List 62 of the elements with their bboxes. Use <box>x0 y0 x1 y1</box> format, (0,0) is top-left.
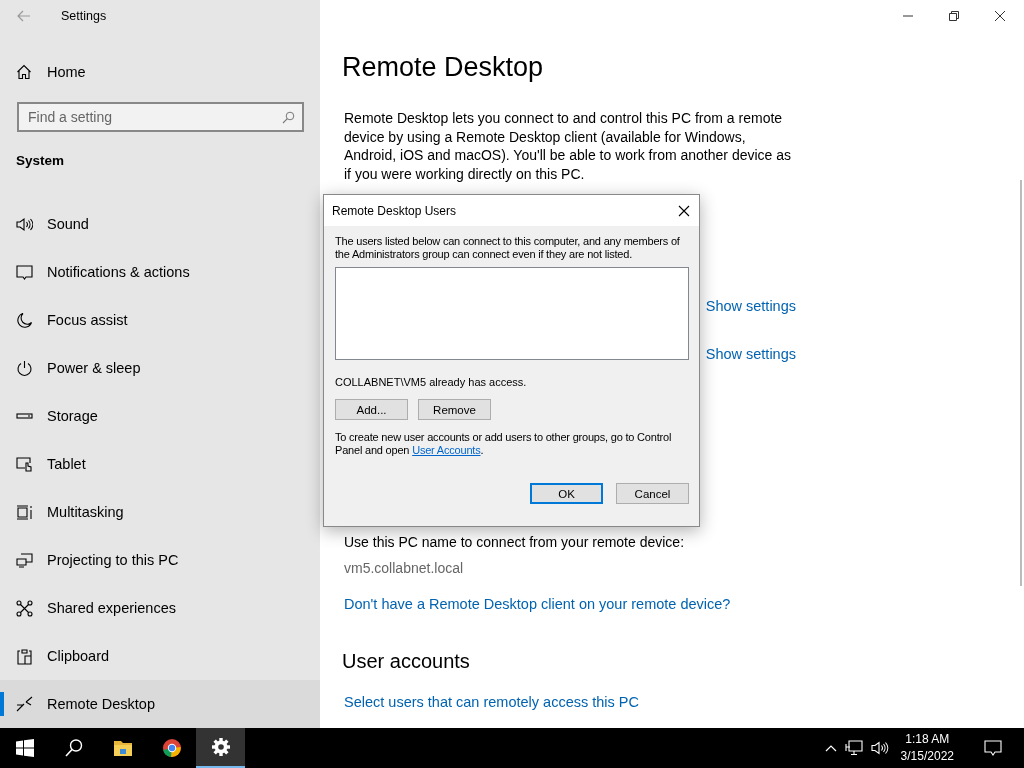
sidebar-item[interactable]: Notifications & actions <box>0 248 320 296</box>
browser-icon <box>161 738 182 758</box>
sidebar-item[interactable]: Projecting to this PC <box>0 536 320 584</box>
search-icon <box>63 738 84 758</box>
remote-arrows-icon <box>16 695 33 713</box>
pc-name: vm5.collabnet.local <box>344 560 465 576</box>
access-note: COLLABNET\VM5 already has access. <box>335 376 528 388</box>
settings-icon <box>210 737 231 757</box>
sidebar-item[interactable]: Focus assist <box>0 296 320 344</box>
connected-nodes-icon <box>16 599 33 617</box>
page-title: Remote Desktop <box>342 52 545 84</box>
speaker-icon <box>16 215 33 233</box>
sidebar-item[interactable]: Shared experiences <box>0 584 320 632</box>
dialog-title: Remote Desktop Users <box>332 203 457 218</box>
search-field[interactable]: Find a setting <box>17 102 304 132</box>
folder-icon <box>112 738 133 758</box>
description-text: Remote Desktop lets you connect to and control this PC from a remote device by using a Remote Desktop client (available for Windows, Android, iOS and macOS). You'll be able to work from another device as if you were working directly on this PC. <box>344 109 793 183</box>
search-icon <box>282 111 295 124</box>
chevron-up-icon[interactable] <box>824 744 837 752</box>
sidebar-item[interactable]: Multitasking <box>0 488 320 536</box>
dialog-description: The users listed below can connect to this computer, and any members of the Administrators group can connect even if they are not listed. <box>335 235 681 261</box>
sidebar-item[interactable]: Power & sleep <box>0 344 320 392</box>
home-link[interactable]: Home <box>16 55 86 88</box>
speech-bubble-icon <box>16 263 33 281</box>
users-list[interactable] <box>335 267 689 360</box>
sidebar-item[interactable]: Clipboard <box>0 632 320 680</box>
sidebar-item[interactable]: Tablet <box>0 440 320 488</box>
speech-bubble-icon[interactable] <box>984 739 1002 757</box>
dialog-button[interactable]: Add... <box>335 399 408 420</box>
close-icon[interactable] <box>994 10 1006 22</box>
clock[interactable]: 1:18 AM 3/15/2022 <box>900 731 954 765</box>
close-icon[interactable] <box>678 204 690 217</box>
select-users-link[interactable]: Select users that can remotely access this PC <box>344 694 1024 710</box>
sidebar-item[interactable]: Storage <box>0 392 320 440</box>
show-settings-link[interactable]: Show settings <box>705 346 796 362</box>
time-text: 1:18 AM <box>905 731 950 748</box>
tablet-icon <box>16 455 33 473</box>
clipboard-icon <box>16 647 33 665</box>
moon-icon <box>16 311 33 329</box>
speaker-icon[interactable] <box>870 740 889 756</box>
window-title: Settings <box>61 8 107 23</box>
start-icon <box>14 738 35 758</box>
multitasking-icon <box>16 503 33 521</box>
projector-screen-icon <box>16 551 33 569</box>
client-link[interactable]: Don't have a Remote Desktop client on your remote device? <box>344 596 1024 612</box>
network-icon[interactable] <box>844 740 863 756</box>
taskbar-button[interactable] <box>196 728 245 768</box>
sidebar-item[interactable]: Remote Desktop <box>0 680 320 728</box>
sidebar-item[interactable]: Sound <box>0 200 320 248</box>
dialog-button[interactable]: OK <box>530 483 603 504</box>
dialog-button[interactable]: Cancel <box>616 483 689 504</box>
pc-name-label: Use this PC name to connect from your remote device: <box>344 534 686 550</box>
date-text: 3/15/2022 <box>900 748 954 765</box>
section-heading: User accounts <box>342 650 471 673</box>
restore-icon[interactable] <box>948 10 960 22</box>
home-icon <box>16 63 32 80</box>
help-text: To create new user accounts or add users to other groups, go to Control Panel and open User Accounts. <box>335 431 673 457</box>
show-settings-link[interactable]: Show settings <box>705 298 796 314</box>
power-icon <box>16 359 33 377</box>
section-heading: System <box>16 153 66 168</box>
scrollbar[interactable] <box>1020 180 1022 586</box>
dialog-button[interactable]: Remove <box>418 399 491 420</box>
